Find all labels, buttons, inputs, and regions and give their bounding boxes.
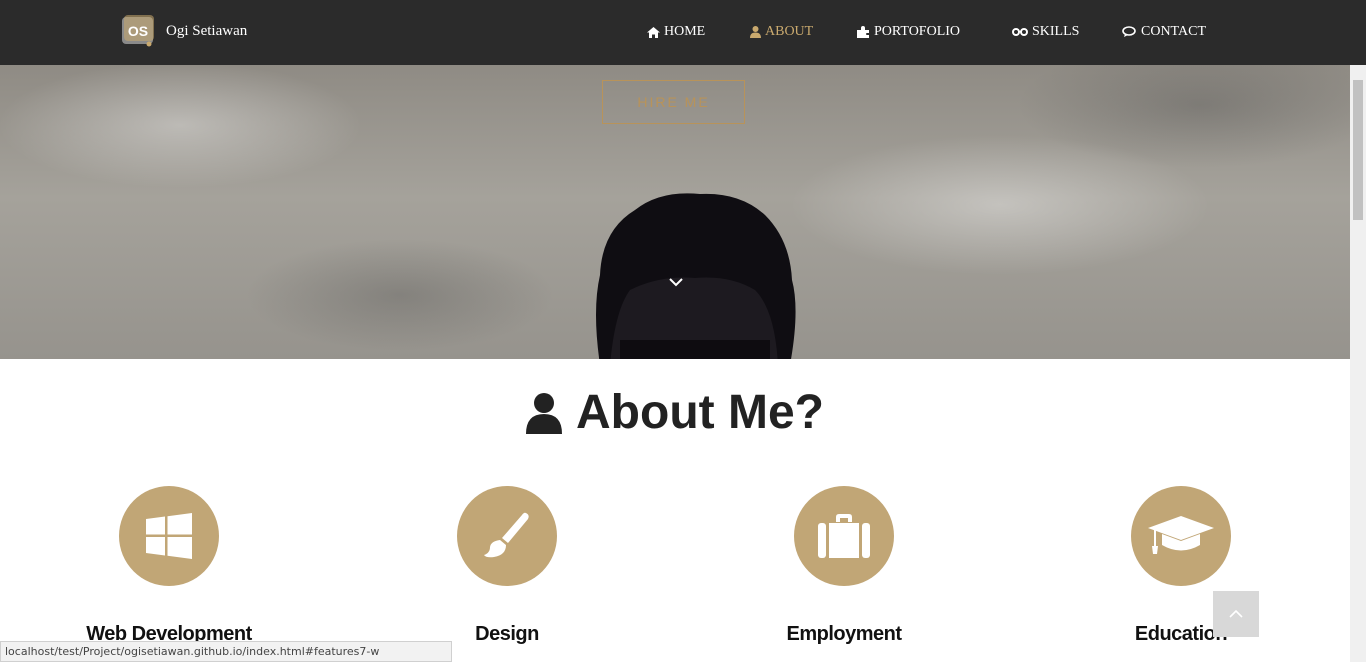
nav-item-portofolio[interactable]: PORTOFOLIO [857, 24, 960, 40]
feature-icon-circle [457, 486, 557, 586]
nav-item-skills[interactable]: SKILLS [1012, 24, 1079, 40]
nav-item-about[interactable]: ABOUT [750, 24, 813, 40]
back-to-top-button[interactable] [1213, 591, 1259, 637]
home-icon [647, 26, 660, 38]
browser-status-bar: localhost/test/Project/ogisetiawan.githu… [0, 641, 452, 662]
chat-icon [1122, 26, 1136, 37]
paintbrush-icon [484, 512, 529, 558]
windows-icon [146, 513, 192, 559]
puzzle-icon [857, 26, 869, 38]
user-icon [526, 392, 563, 434]
about-title-text: About Me? [576, 386, 824, 439]
nav-label-about: ABOUT [765, 24, 814, 39]
nav-item-home[interactable]: HOME [647, 24, 705, 40]
chevron-down-icon[interactable] [666, 275, 686, 289]
nav-item-contact[interactable]: CONTACT [1122, 24, 1206, 40]
page-scrollbar[interactable] [1350, 65, 1366, 662]
feature-employment: Employment [744, 486, 944, 646]
nav-label-contact: CONTACT [1141, 24, 1206, 39]
chevron-up-icon [1229, 609, 1243, 618]
nav-label-skills: SKILLS [1032, 24, 1080, 39]
glasses-icon [1012, 28, 1028, 36]
user-icon [750, 26, 761, 38]
feature-icon-circle [1131, 486, 1231, 586]
hire-me-button[interactable]: HIRE ME [602, 80, 745, 124]
nav-label-portofolio: PORTOFOLIO [874, 24, 961, 39]
feature-design: Design [407, 486, 607, 646]
hero-banner: HIRE ME [0, 65, 1350, 359]
feature-web-development: Web Development [69, 486, 269, 646]
scrollbar-thumb[interactable] [1353, 80, 1363, 220]
profile-photo-silhouette [596, 193, 796, 359]
briefcase-icon [818, 514, 870, 558]
navbar: OS Ogi Setiawan HOME ABOUT PORTOFOLIO SK… [0, 0, 1366, 65]
nav-label-home: HOME [664, 24, 706, 39]
feature-label: Employment [786, 623, 902, 645]
about-heading: About Me? [0, 385, 1350, 440]
feature-icon-circle [794, 486, 894, 586]
graduation-cap-icon [1148, 516, 1214, 554]
nav-menu: HOME ABOUT PORTOFOLIO SKILLS CONTACT [0, 24, 1366, 44]
feature-icon-circle [119, 486, 219, 586]
